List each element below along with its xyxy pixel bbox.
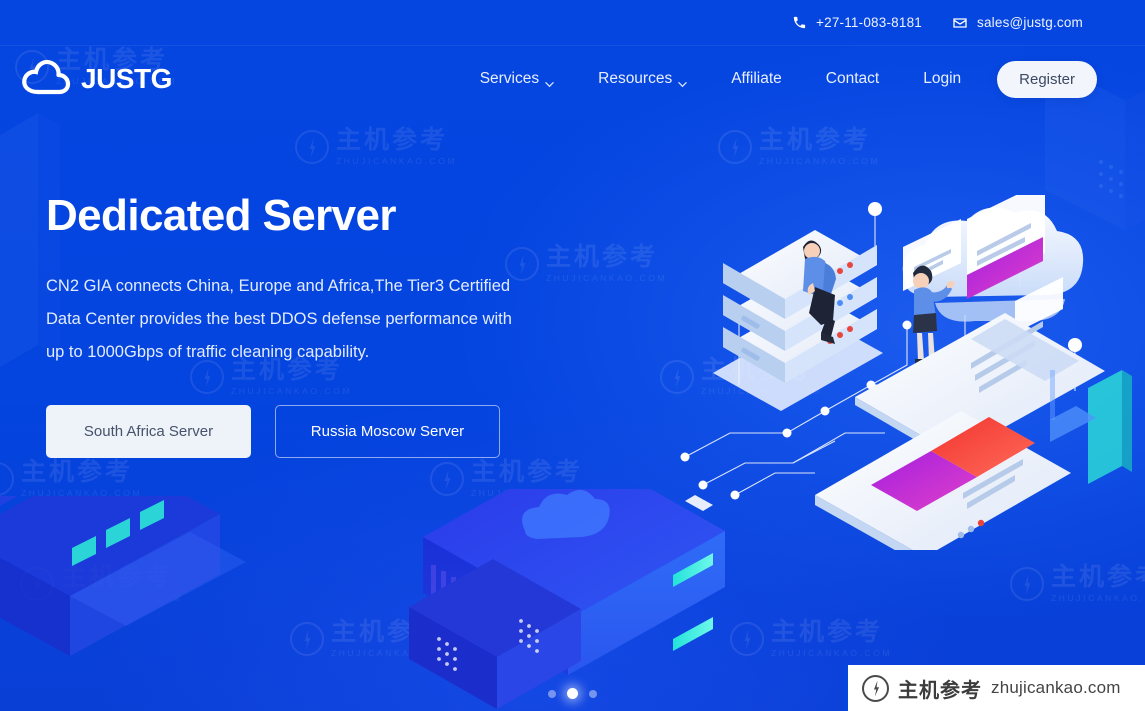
watermark-en: ZHUJICANKAO.COM <box>21 488 143 498</box>
register-button[interactable]: Register <box>997 60 1097 98</box>
nav-label: Login <box>923 70 962 87</box>
brand-name: JUSTG <box>81 63 172 94</box>
lightning-circle-icon <box>290 621 324 656</box>
carousel-dot-3[interactable] <box>589 689 597 698</box>
lightning-circle-icon <box>0 461 14 496</box>
lightning-circle-icon <box>1010 566 1044 601</box>
watermark-cn: 主机参考 <box>471 458 584 486</box>
main-navigation: Services Resources Affiliate Contact Log… <box>458 60 1097 98</box>
watermark-cn: 主机参考 <box>61 563 174 591</box>
watermark-cn: 主机参考 <box>1051 563 1145 591</box>
watermark-tile: 主机参考 ZHUJICANKAO.COM <box>1010 565 1145 603</box>
email-address: sales@justg.com <box>977 15 1083 30</box>
hero-actions: South Africa Server Russia Moscow Server <box>46 405 1145 459</box>
email-contact[interactable]: sales@justg.com <box>952 15 1083 31</box>
hero-section: Dedicated Server CN2 GIA connects China,… <box>0 112 1145 459</box>
top-contact-bar: +27-11-083-8181 sales@justg.com <box>0 0 1145 46</box>
badge-domain: zhujicankao.com <box>991 678 1121 697</box>
page-root: 主机参考 ZHUJICANKAO.COM 主机参考 ZHUJICANKAO.COM … <box>0 0 1145 711</box>
watermark-tile: 主机参考 ZHUJICANKAO.COM <box>0 460 142 498</box>
nav-item-login[interactable]: Login <box>901 62 983 96</box>
site-header: JUSTG Services Resources Affiliate Conta… <box>0 46 1145 112</box>
watermark-en: ZHUJICANKAO.COM <box>331 648 453 658</box>
watermark-cn: 主机参考 <box>771 618 884 646</box>
phone-number: +27-11-083-8181 <box>816 15 922 30</box>
watermark-en: ZHUJICANKAO.COM <box>1051 593 1145 603</box>
watermark-tile: 主机参考 ZHUJICANKAO.COM <box>290 620 452 658</box>
envelope-icon <box>952 15 968 31</box>
russia-moscow-server-button[interactable]: Russia Moscow Server <box>275 405 500 459</box>
brand-logo[interactable]: JUSTG <box>20 56 172 103</box>
watermark-tile: 主机参考 ZHUJICANKAO.COM <box>730 620 892 658</box>
watermark-cn: 主机参考 <box>331 618 444 646</box>
nav-label: Affiliate <box>731 70 782 87</box>
watermark-tile: 主机参考 ZHUJICANKAO.COM <box>430 460 592 498</box>
phone-contact[interactable]: +27-11-083-8181 <box>792 15 922 30</box>
chevron-down-icon <box>545 76 554 87</box>
watermark-en: ZHUJICANKAO.COM <box>471 488 593 498</box>
decorative-server-left <box>0 496 246 656</box>
lightning-circle-icon <box>862 674 889 702</box>
cloud-icon <box>20 56 76 103</box>
badge-cn-text: 主机参考 <box>898 679 982 702</box>
lightning-circle-icon <box>20 566 54 601</box>
hero-title: Dedicated Server <box>46 191 397 240</box>
watermark-cn: 主机参考 <box>21 458 134 486</box>
decorative-server-center <box>409 489 725 709</box>
carousel-dot-2[interactable] <box>567 688 578 699</box>
watermark-en: ZHUJICANKAO.COM <box>771 648 893 658</box>
lightning-circle-icon <box>730 621 764 656</box>
chevron-down-icon <box>678 76 687 87</box>
nav-item-resources[interactable]: Resources <box>576 62 709 96</box>
nav-label: Resources <box>598 70 673 87</box>
carousel-dot-1[interactable] <box>548 689 556 698</box>
site-watermark-badge: 主机参考 zhujicankao.com <box>844 665 1145 711</box>
south-africa-server-button[interactable]: South Africa Server <box>46 405 251 459</box>
hero-description: CN2 GIA connects China, Europe and Afric… <box>46 277 512 362</box>
lightning-circle-icon <box>430 461 464 496</box>
nav-item-contact[interactable]: Contact <box>804 62 901 96</box>
phone-icon <box>792 15 807 30</box>
nav-item-affiliate[interactable]: Affiliate <box>709 62 804 96</box>
watermark-tile: 主机参考 ZHUJICANKAO.COM <box>20 565 182 603</box>
watermark-en: ZHUJICANKAO.COM <box>61 593 183 603</box>
nav-label: Services <box>479 70 540 87</box>
nav-label: Contact <box>825 70 880 87</box>
nav-item-services[interactable]: Services <box>458 62 576 96</box>
